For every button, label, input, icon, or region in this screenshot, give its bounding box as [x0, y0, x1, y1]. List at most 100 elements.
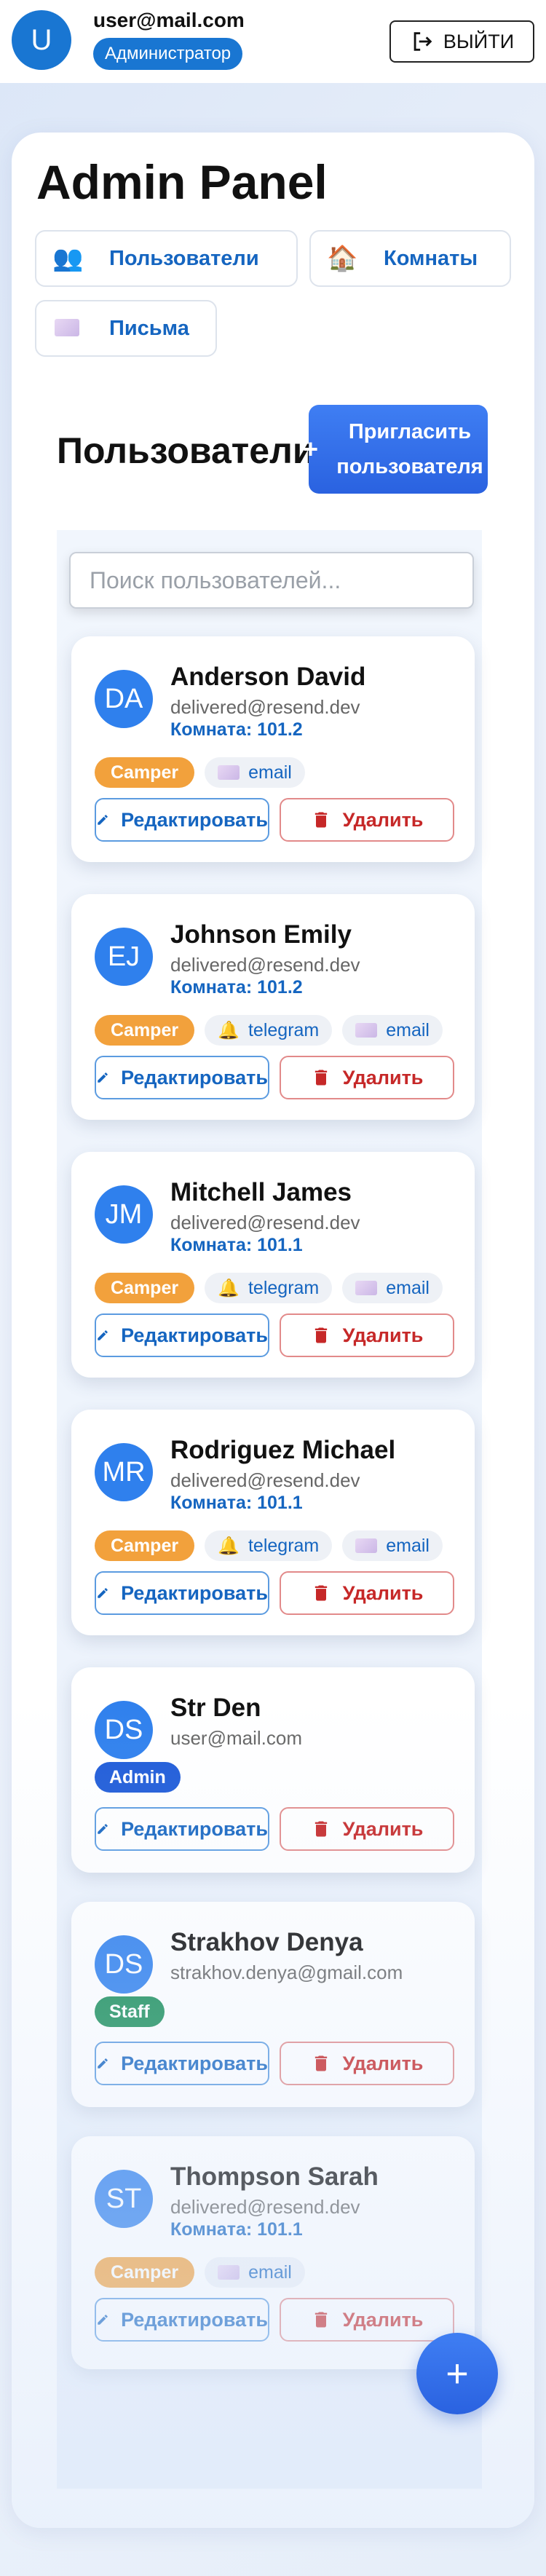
- user-chips: Camper email: [95, 757, 305, 788]
- card-actions: Редактировать Удалить: [95, 1807, 454, 1851]
- tab-mail[interactable]: Письма: [35, 300, 217, 357]
- edit-button[interactable]: Редактировать: [95, 2298, 269, 2342]
- role-chip: Camper: [95, 1015, 195, 1046]
- edit-button[interactable]: Редактировать: [95, 1807, 269, 1851]
- delete-button[interactable]: Удалить: [280, 2298, 454, 2342]
- user-name: Johnson Emily: [170, 920, 352, 949]
- logout-button[interactable]: ВЫЙТИ: [389, 20, 534, 63]
- role-chip: Camper: [95, 2257, 195, 2288]
- trash-icon: [314, 1585, 327, 1601]
- role-chip: Camper: [95, 1530, 195, 1561]
- user-name: Strakhov Denya: [170, 1928, 363, 1956]
- pencil-icon: [98, 815, 108, 825]
- channel-label: email: [248, 2261, 292, 2283]
- page-title: Admin Panel: [36, 155, 328, 209]
- channel-label: email: [386, 1019, 430, 1040]
- plus-icon: +: [303, 434, 319, 464]
- edit-button[interactable]: Редактировать: [95, 2042, 269, 2085]
- channel-chip-email: email: [205, 757, 305, 788]
- user-avatar: MR: [95, 1443, 153, 1501]
- user-avatar[interactable]: U: [12, 10, 71, 70]
- user-avatar: DA: [95, 670, 153, 728]
- role-chip: Staff: [95, 1996, 165, 2027]
- user-room: Комната: 101.1: [170, 1235, 303, 1255]
- bell-icon: 🔔: [218, 1278, 240, 1298]
- envelope-icon: [355, 1538, 378, 1553]
- channel-chip-telegram: 🔔 telegram: [205, 1273, 333, 1303]
- user-room: Комната: 101.2: [170, 719, 303, 740]
- tab-mail-label: Письма: [109, 316, 189, 340]
- user-card: DS Strakhov Denya strakhov.denya@gmail.com…: [71, 1902, 475, 2107]
- pencil-icon: [98, 2058, 108, 2069]
- channel-chip-email: email: [342, 1530, 443, 1561]
- card-actions: Редактировать Удалить: [95, 798, 454, 842]
- section-title: Пользователи: [57, 430, 315, 471]
- search-input[interactable]: [69, 552, 474, 609]
- pencil-icon: [98, 1588, 108, 1598]
- channel-chip-email: email: [205, 2257, 305, 2288]
- delete-button[interactable]: Удалить: [280, 798, 454, 842]
- channel-label: email: [248, 762, 292, 783]
- user-email: delivered@resend.dev: [170, 1469, 360, 1491]
- user-email: delivered@resend.dev: [170, 1212, 360, 1233]
- card-actions: Редактировать Удалить: [95, 1056, 454, 1099]
- user-name: Anderson David: [170, 663, 366, 691]
- edit-label: Редактировать: [121, 1324, 268, 1346]
- delete-button[interactable]: Удалить: [280, 2042, 454, 2085]
- user-email: user@mail.com: [170, 1727, 302, 1749]
- role-chip: Camper: [95, 1273, 195, 1303]
- user-card: MR Rodriguez Michael delivered@resend.dev К…: [71, 1410, 475, 1635]
- logout-label: ВЫЙТИ: [443, 30, 515, 52]
- delete-button[interactable]: Удалить: [280, 1571, 454, 1615]
- edit-button[interactable]: Редактировать: [95, 1056, 269, 1099]
- top-bar: U user@mail.com Администратор ВЫЙТИ: [0, 0, 546, 83]
- channel-label: telegram: [248, 1535, 320, 1556]
- user-card: EJ Johnson Emily delivered@resend.dev Комна…: [71, 894, 475, 1120]
- admin-panel: Admin Panel 👥 Пользователи 🏠 Комнаты Пис…: [12, 133, 534, 2528]
- trash-icon: [314, 1327, 327, 1343]
- delete-label: Удалить: [342, 1324, 424, 1346]
- user-room: Комната: 101.1: [170, 1493, 303, 1513]
- trash-icon: [314, 1821, 327, 1837]
- pencil-icon: [98, 1072, 108, 1083]
- pencil-icon: [98, 2315, 108, 2325]
- user-email: delivered@resend.dev: [170, 696, 360, 718]
- card-actions: Редактировать Удалить: [95, 1571, 454, 1615]
- delete-label: Удалить: [342, 808, 424, 831]
- invite-user-button[interactable]: + Пригласить пользователя: [303, 405, 488, 494]
- envelope-icon: [355, 1023, 378, 1038]
- user-name: Str Den: [170, 1694, 261, 1722]
- tab-users[interactable]: 👥 Пользователи: [35, 230, 298, 287]
- tab-rooms[interactable]: 🏠 Комнаты: [309, 230, 511, 287]
- envelope-icon: [218, 2265, 240, 2280]
- trash-icon: [314, 2055, 327, 2071]
- user-avatar: EJ: [95, 928, 153, 986]
- card-actions: Редактировать Удалить: [95, 1313, 454, 1357]
- delete-label: Удалить: [342, 1817, 424, 1840]
- user-name: Rodriguez Michael: [170, 1436, 396, 1464]
- invite-user-label: Пригласить пользователя: [336, 420, 483, 478]
- edit-button[interactable]: Редактировать: [95, 1313, 269, 1357]
- user-card: ST Thompson Sarah delivered@resend.dev Комн…: [71, 2136, 475, 2369]
- delete-button[interactable]: Удалить: [280, 1056, 454, 1099]
- delete-label: Удалить: [342, 1066, 424, 1089]
- edit-label: Редактировать: [121, 1066, 268, 1089]
- channel-chip-email: email: [342, 1273, 443, 1303]
- add-fab-button[interactable]: +: [416, 2333, 498, 2414]
- card-actions: Редактировать Удалить: [95, 2298, 454, 2342]
- edit-button[interactable]: Редактировать: [95, 1571, 269, 1615]
- user-avatar: DS: [95, 1701, 153, 1759]
- user-avatar: DS: [95, 1935, 153, 1994]
- user-chips: Camper 🔔 telegram email: [95, 1530, 443, 1561]
- delete-button[interactable]: Удалить: [280, 1807, 454, 1851]
- edit-label: Редактировать: [121, 1817, 268, 1840]
- delete-button[interactable]: Удалить: [280, 1313, 454, 1357]
- trash-icon: [314, 812, 327, 828]
- envelope-icon: [52, 315, 82, 343]
- edit-button[interactable]: Редактировать: [95, 798, 269, 842]
- card-actions: Редактировать Удалить: [95, 2042, 454, 2085]
- edit-label: Редактировать: [121, 1581, 268, 1604]
- tab-rooms-label: Комнаты: [384, 246, 478, 270]
- user-room: Комната: 101.1: [170, 2219, 303, 2240]
- delete-label: Удалить: [342, 2052, 424, 2074]
